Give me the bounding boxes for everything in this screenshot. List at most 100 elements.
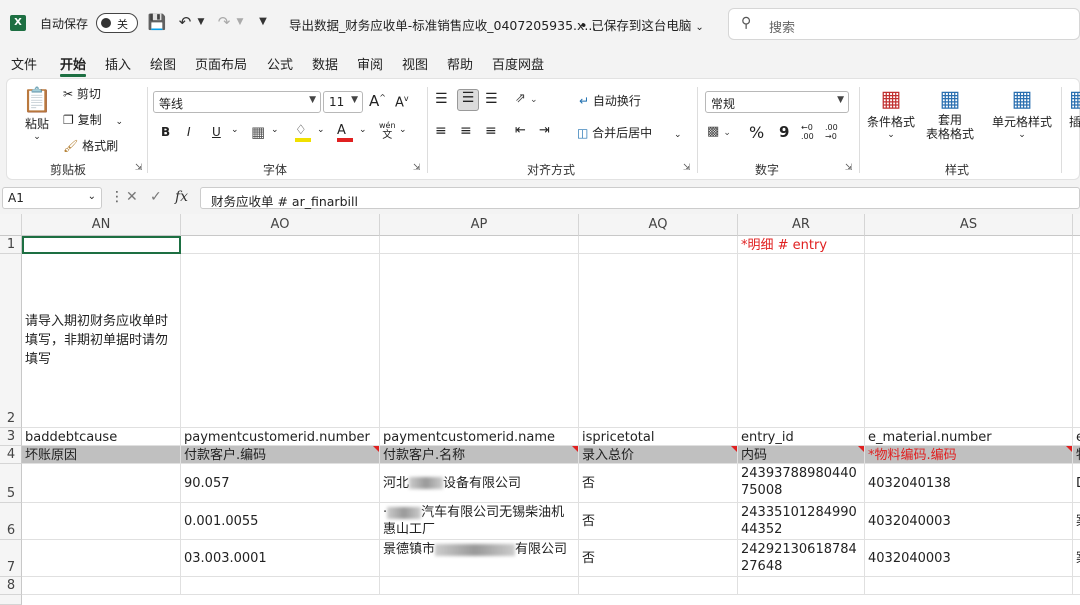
cell-an2[interactable]: 请导入期初财务应收单时填写，非期初单据时请勿填写 [22, 254, 181, 428]
cell-aq3[interactable]: ispricetotal [579, 428, 738, 446]
increase-decimal-button[interactable]: ←0 .00 [801, 123, 821, 141]
cell-as2[interactable] [865, 254, 1073, 428]
enter-icon[interactable]: ✓ [150, 189, 162, 205]
comma-style-button[interactable]: 9 [779, 123, 789, 141]
cell-as5[interactable]: 4032040138 [865, 464, 1073, 503]
tab-page-layout[interactable]: 页面布局 [195, 54, 247, 73]
cell-aq8[interactable] [579, 577, 738, 595]
tab-help[interactable]: 帮助 [447, 54, 473, 73]
number-launcher-icon[interactable]: ⇲ [845, 163, 853, 173]
merge-center-button[interactable]: ◫ 合并后居中 ⌄ [577, 124, 682, 141]
tab-file[interactable]: 文件 [11, 54, 37, 73]
document-title[interactable]: 导出数据_财务应收单-标准销售应收_0407205935.x... [289, 15, 596, 34]
orientation-icon[interactable]: ⇗ ⌄ [515, 91, 538, 106]
cell-ao4[interactable]: 付款客户.编码 [181, 446, 380, 464]
cell-ar8[interactable] [738, 577, 865, 595]
decrease-font-icon[interactable]: Av [395, 94, 409, 110]
undo-icon[interactable]: ↶ [175, 12, 195, 32]
insert-cells-button[interactable]: ▦ 插 [1069, 87, 1080, 130]
cell-ap3[interactable]: paymentcustomerid.name [380, 428, 579, 446]
wrap-text-button[interactable]: ↵ 自动换行 [579, 92, 641, 109]
cell-aq2[interactable] [579, 254, 738, 428]
row-header-9[interactable] [0, 595, 22, 605]
row-header-3[interactable]: 3 [0, 428, 22, 446]
cell-at3[interactable]: e [1073, 428, 1080, 446]
italic-button[interactable]: I [187, 125, 191, 139]
borders-icon[interactable]: ▦ [251, 123, 265, 141]
number-format-select[interactable]: 常规 ▼ [705, 91, 849, 113]
cell-an5[interactable] [22, 464, 181, 503]
cell-ar1[interactable]: *明细 # entry [738, 236, 865, 254]
format-as-table-button[interactable]: ▦ 套用 表格格式 [921, 87, 979, 141]
cell-ar4[interactable]: 内码 [738, 446, 865, 464]
cell-ao3[interactable]: paymentcustomerid.number [181, 428, 380, 446]
cell-ao6[interactable]: 0.001.0055 [181, 503, 380, 540]
cell-ar2[interactable] [738, 254, 865, 428]
align-bottom-icon[interactable]: ☰ [485, 91, 498, 107]
cell-aq5[interactable]: 否 [579, 464, 738, 503]
font-launcher-icon[interactable]: ⇲ [413, 163, 421, 173]
more-options-icon[interactable]: ⋮ [110, 189, 124, 205]
row-header-8[interactable]: 8 [0, 577, 22, 595]
tab-review[interactable]: 审阅 [357, 54, 383, 73]
cell-at6[interactable]: 案 [1073, 503, 1080, 540]
cell-aq4[interactable]: 录入总价 [579, 446, 738, 464]
clipboard-launcher-icon[interactable]: ⇲ [135, 163, 143, 173]
cell-ao2[interactable] [181, 254, 380, 428]
align-right-icon[interactable]: ≡ [485, 123, 497, 139]
align-left-icon[interactable]: ≡ [435, 123, 447, 139]
borders-dropdown-icon[interactable]: ⌄ [271, 125, 279, 135]
redo-dropdown-icon[interactable]: ▼ [235, 12, 245, 32]
column-header-ap[interactable]: AP [380, 214, 579, 236]
underline-button[interactable]: U [212, 125, 221, 139]
insert-function-icon[interactable]: fx [175, 189, 188, 205]
cell-as8[interactable] [865, 577, 1073, 595]
fill-color-dropdown-icon[interactable]: ⌄ [317, 125, 325, 135]
fill-color-button[interactable]: ♢ [295, 123, 311, 142]
cell-at4[interactable]: 物 [1073, 446, 1080, 464]
column-header-ar[interactable]: AR [738, 214, 865, 236]
cell-styles-button[interactable]: ▦ 单元格样式 ⌄ [987, 87, 1057, 140]
font-name-select[interactable]: 等线 ▼ [153, 91, 321, 113]
tab-home[interactable]: 开始 [60, 54, 86, 73]
cell-as3[interactable]: e_material.number [865, 428, 1073, 446]
search-box[interactable]: ⚲ 搜索 [728, 8, 1080, 40]
tab-data[interactable]: 数据 [312, 54, 338, 73]
cell-an1[interactable] [22, 236, 181, 254]
cell-an6[interactable] [22, 503, 181, 540]
cell-aq1[interactable] [579, 236, 738, 254]
cell-as6[interactable]: 4032040003 [865, 503, 1073, 540]
underline-dropdown-icon[interactable]: ⌄ [231, 125, 239, 135]
bold-button[interactable]: B [161, 125, 170, 139]
customize-toolbar-icon[interactable]: ▼ [253, 12, 273, 32]
tab-draw[interactable]: 绘图 [150, 54, 176, 73]
row-header-5[interactable]: 5 [0, 464, 22, 503]
undo-dropdown-icon[interactable]: ▼ [196, 12, 206, 32]
cell-at2[interactable] [1073, 254, 1080, 428]
cell-as4[interactable]: *物料编码.编码 [865, 446, 1073, 464]
cell-ap1[interactable] [380, 236, 579, 254]
phonetic-dropdown-icon[interactable]: ⌄ [399, 125, 407, 135]
increase-indent-icon[interactable]: ⇥ [539, 123, 550, 138]
cell-ap4[interactable]: 付款客户.名称 [380, 446, 579, 464]
cell-ao5[interactable]: 90.057 [181, 464, 380, 503]
paste-button[interactable]: 📋 粘贴 ⌄ [19, 85, 55, 142]
cell-as7[interactable]: 4032040003 [865, 540, 1073, 577]
name-box[interactable]: A1 ⌄ [2, 187, 102, 209]
cell-ar5[interactable]: 2439378898044075008 [738, 464, 865, 503]
cell-as1[interactable] [865, 236, 1073, 254]
font-size-select[interactable]: 11 ▼ [323, 91, 363, 113]
alignment-launcher-icon[interactable]: ⇲ [683, 163, 691, 173]
cell-ar7[interactable]: 2429213061878427648 [738, 540, 865, 577]
column-header-as[interactable]: AS [865, 214, 1073, 236]
row-header-4[interactable]: 4 [0, 446, 22, 464]
row-header-7[interactable]: 7 [0, 540, 22, 577]
decrease-indent-icon[interactable]: ⇤ [515, 123, 526, 138]
cancel-icon[interactable]: ✕ [126, 189, 138, 205]
cell-ao7[interactable]: 03.003.0001 [181, 540, 380, 577]
save-icon[interactable]: 💾 [147, 12, 167, 32]
column-header-ao[interactable]: AO [181, 214, 380, 236]
column-header-aq[interactable]: AQ [579, 214, 738, 236]
column-header-at[interactable] [1073, 214, 1080, 236]
increase-font-icon[interactable]: A^ [369, 92, 386, 110]
